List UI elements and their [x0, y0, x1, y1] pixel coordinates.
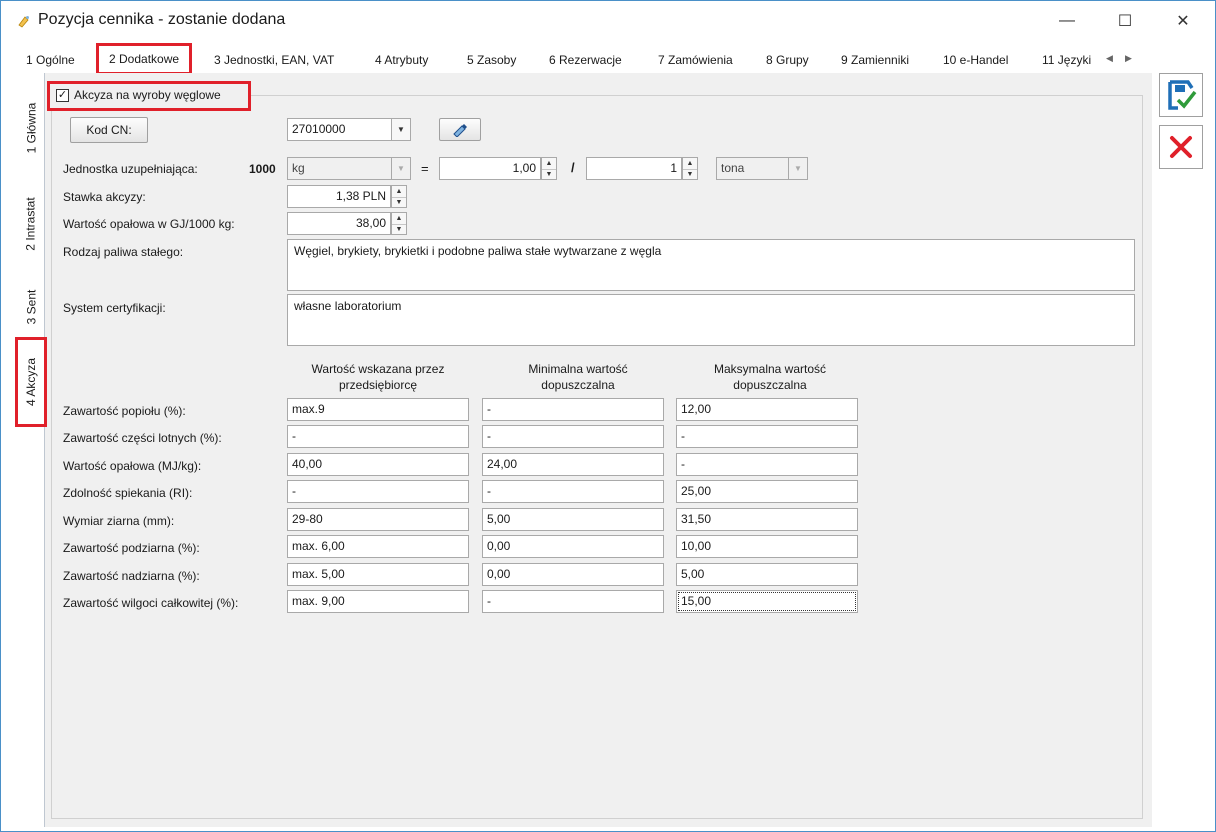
title-bar: Pozycja cennika - zostanie dodana — ☐ ✕: [1, 1, 1215, 41]
row-value-minimalna[interactable]: 0,00: [482, 535, 664, 558]
row-value-wskazana[interactable]: max. 5,00: [287, 563, 469, 586]
stawka-spinner[interactable]: ▲ ▼: [391, 185, 407, 208]
rodzaj-paliwa-label: Rodzaj paliwa stałego:: [63, 245, 184, 259]
tab-rezerwacje[interactable]: 6 Rezerwacje: [549, 47, 622, 73]
kod-cn-button[interactable]: Kod CN:: [70, 117, 148, 143]
row-value-minimalna[interactable]: 5,00: [482, 508, 664, 531]
vtab-intrastat[interactable]: 2 Intrastat: [17, 179, 45, 269]
row-value-maksymalna[interactable]: 12,00: [676, 398, 858, 421]
save-disk-check-icon: [1168, 80, 1197, 110]
tab-scroll-right-icon[interactable]: ▶: [1125, 53, 1132, 64]
stawka-label: Stawka akcyzy:: [63, 190, 146, 204]
vtab-glowna[interactable]: 1 Główna: [17, 83, 45, 173]
ratio-numerator-field[interactable]: 1,00: [439, 157, 541, 180]
tab-scroll-left-icon[interactable]: ◀: [1106, 53, 1113, 64]
row-value-minimalna[interactable]: -: [482, 590, 664, 613]
row-value-maksymalna[interactable]: 10,00: [676, 535, 858, 558]
row-value-maksymalna[interactable]: 31,50: [676, 508, 858, 531]
row-value-maksymalna[interactable]: -: [676, 425, 858, 448]
row-value-wskazana[interactable]: 29-80: [287, 508, 469, 531]
wartosc-opalowa-gj-spinner[interactable]: ▲ ▼: [391, 212, 407, 235]
tab-dodatkowe[interactable]: 2 Dodatkowe: [96, 43, 193, 75]
tab-grupy[interactable]: 8 Grupy: [766, 47, 809, 73]
row-value-minimalna[interactable]: -: [482, 425, 664, 448]
tab-ogolne[interactable]: 1 Ogólne: [26, 47, 75, 73]
jednostka-qty: 1000: [249, 162, 276, 176]
row-label: Zawartość części lotnych (%):: [63, 431, 222, 445]
tab-jezyki[interactable]: 11 Języki: [1042, 47, 1091, 73]
jednostka-label: Jednostka uzupełniająca:: [63, 162, 198, 176]
dialog-window: Pozycja cennika - zostanie dodana — ☐ ✕ …: [0, 0, 1216, 832]
cancel-button[interactable]: [1159, 125, 1203, 169]
window-title: Pozycja cennika - zostanie dodana: [38, 11, 286, 28]
kod-cn-dropdown-icon[interactable]: ▼: [391, 118, 411, 141]
row-label: Wymiar ziarna (mm):: [63, 514, 175, 528]
akcyza-checkbox[interactable]: ✓: [56, 89, 69, 102]
tab-bar: 1 Ogólne 2 Dodatkowe 3 Jednostki, EAN, V…: [21, 43, 1151, 75]
row-value-minimalna[interactable]: 24,00: [482, 453, 664, 476]
edit-cn-button[interactable]: [439, 118, 481, 141]
system-certyfikacji-label: System certyfikacji:: [63, 301, 166, 315]
akcyza-checkbox-label[interactable]: Akcyza na wyroby węglowe: [74, 88, 221, 102]
row-value-maksymalna[interactable]: 5,00: [676, 563, 858, 586]
row-value-maksymalna[interactable]: 25,00: [676, 480, 858, 503]
minimize-button[interactable]: —: [1041, 1, 1093, 41]
row-value-minimalna[interactable]: -: [482, 398, 664, 421]
col-header-maksymalna: Maksymalna wartość dopuszczalna: [713, 362, 827, 392]
stawka-field[interactable]: 1,38 PLN: [287, 185, 391, 208]
row-value-maksymalna[interactable]: 15,00: [676, 590, 858, 613]
jednostka-unit-field[interactable]: kg: [287, 157, 393, 180]
ratio-unit-dropdown-icon[interactable]: ▼: [788, 157, 808, 180]
row-value-wskazana[interactable]: -: [287, 480, 469, 503]
ratio-numerator-spinner[interactable]: ▲ ▼: [541, 157, 557, 180]
kod-cn-field[interactable]: 27010000: [287, 118, 393, 141]
maximize-button[interactable]: ☐: [1099, 1, 1151, 41]
row-label: Zawartość podziarna (%):: [63, 541, 200, 555]
tab-zamowienia[interactable]: 7 Zamówienia: [658, 47, 733, 73]
row-value-wskazana[interactable]: max.9: [287, 398, 469, 421]
row-value-wskazana[interactable]: max. 6,00: [287, 535, 469, 558]
wartosc-opalowa-gj-label: Wartość opałowa w GJ/1000 kg:: [63, 217, 235, 231]
jednostka-unit-dropdown-icon[interactable]: ▼: [391, 157, 411, 180]
ratio-unit-field[interactable]: tona: [716, 157, 790, 180]
row-value-minimalna[interactable]: -: [482, 480, 664, 503]
slash-separator: /: [571, 160, 575, 175]
ratio-denominator-field[interactable]: 1: [586, 157, 682, 180]
cancel-x-icon: [1170, 136, 1192, 158]
tab-zamienniki[interactable]: 9 Zamienniki: [841, 47, 909, 73]
ratio-denominator-spinner[interactable]: ▲ ▼: [682, 157, 698, 180]
app-icon: [18, 16, 29, 28]
col-header-wskazana: Wartość wskazana przez przedsiębiorcę: [311, 362, 445, 392]
row-value-wskazana[interactable]: 40,00: [287, 453, 469, 476]
save-button[interactable]: [1159, 73, 1203, 117]
row-value-minimalna[interactable]: 0,00: [482, 563, 664, 586]
row-label: Zawartość wilgoci całkowitej (%):: [63, 596, 239, 610]
tab-e-handel[interactable]: 10 e-Handel: [943, 47, 1008, 73]
tab-jednostki[interactable]: 3 Jednostki, EAN, VAT: [214, 47, 334, 73]
col-header-minimalna: Minimalna wartość dopuszczalna: [528, 362, 628, 392]
vtab-sent[interactable]: 3 Sent: [17, 273, 45, 341]
row-label: Zawartość nadziarna (%):: [63, 569, 200, 583]
equals-sign: =: [421, 161, 429, 176]
row-label: Wartość opałowa (MJ/kg):: [63, 459, 202, 473]
edit-pencil-icon: [453, 123, 467, 137]
akcyza-checkbox-row[interactable]: ✓ Akcyza na wyroby węglowe: [47, 81, 251, 111]
vtab-akcyza[interactable]: 4 Akcyza: [15, 337, 47, 427]
close-button[interactable]: ✕: [1157, 1, 1209, 41]
row-label: Zdolność spiekania (RI):: [63, 486, 193, 500]
system-certyfikacji-textarea[interactable]: własne laboratorium: [287, 294, 1135, 346]
row-value-wskazana[interactable]: -: [287, 425, 469, 448]
row-value-maksymalna[interactable]: -: [676, 453, 858, 476]
vertical-tab-bar: 1 Główna 2 Intrastat 3 Sent 4 Akcyza: [15, 73, 47, 827]
tab-atrybuty[interactable]: 4 Atrybuty: [375, 47, 428, 73]
row-label: Zawartość popiołu (%):: [63, 404, 186, 418]
tab-zasoby[interactable]: 5 Zasoby: [467, 47, 516, 73]
row-value-wskazana[interactable]: max. 9,00: [287, 590, 469, 613]
rodzaj-paliwa-textarea[interactable]: Węgiel, brykiety, brykietki i podobne pa…: [287, 239, 1135, 291]
wartosc-opalowa-gj-field[interactable]: 38,00: [287, 212, 391, 235]
